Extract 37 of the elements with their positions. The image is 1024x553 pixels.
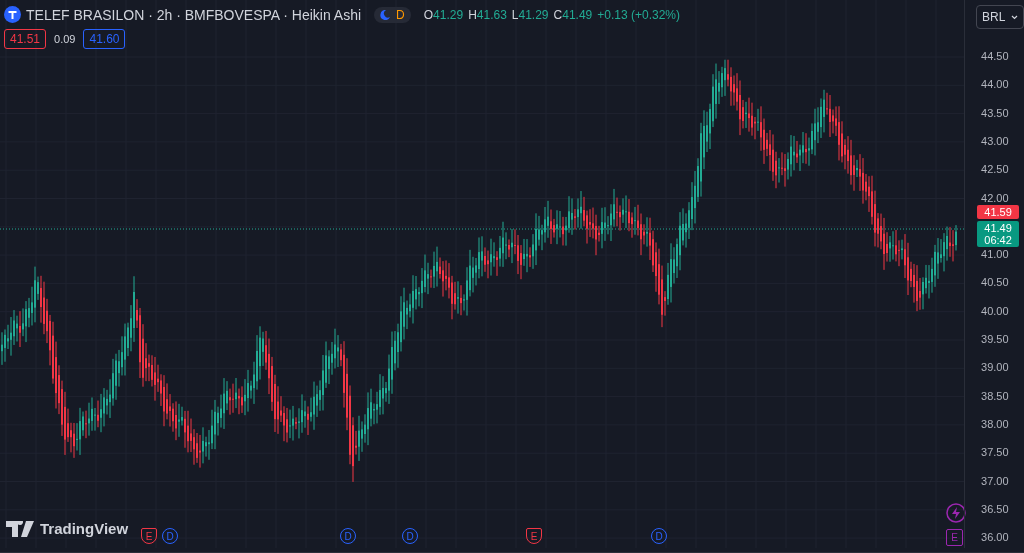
price-tick-label: 38.00 [981,417,1009,430]
price-tick-label: 37.50 [981,446,1009,459]
symbol-logo-icon [4,6,21,23]
price-tick-label: 36.50 [981,502,1009,515]
last-price-label: 41.49 06:42 [977,221,1020,247]
lightning-icon[interactable] [946,503,966,523]
price-tick-label: 43.50 [981,106,1009,119]
ohlc-value: L41.29 [511,7,549,22]
price-change: +0.13 (+0.32%) [597,7,680,22]
chevron-down-icon [1011,14,1019,20]
price-tick-label: 40.50 [981,276,1009,289]
moon-icon [380,9,391,20]
ohlc-value: H41.63 [468,7,507,22]
price-tick-label: 38.50 [981,389,1009,402]
tradingview-logo: TradingView [6,520,129,537]
price-tick-label: 39.50 [981,333,1009,345]
price-tick-label: 44.00 [981,78,1009,91]
spread-value: 0.09 [54,33,76,45]
price-tick-label: 37.00 [981,474,1009,487]
symbol-title[interactable]: TELEF BRASILON · 2h · BMFBOVESPA · Heikin Ashi [26,6,362,23]
price-tick-label: 43.00 [981,134,1009,147]
price-tick-label: 40.00 [981,304,1009,317]
price-tick-label: 44.50 [981,50,1009,62]
ohlc-value: C41.49 [553,7,593,22]
earnings-marker[interactable]: E [946,529,963,546]
price-tick-label: 42.00 [981,191,1009,204]
ohlc-value: O41.29 [423,7,464,22]
logo-icon [6,520,36,537]
currency-dropdown[interactable]: BRL [976,5,1024,29]
sell-price-button[interactable]: 41.51 [4,29,47,49]
price-label: 41.59 [977,205,1020,219]
price-tick-label: 41.00 [981,248,1009,261]
price-tick-label: 42.50 [981,163,1009,176]
market-status-badge[interactable]: D [374,6,411,23]
buy-price-button[interactable]: 41.60 [83,29,126,49]
price-tick-label: 36.00 [981,531,1009,544]
price-tick-label: 39.00 [981,361,1009,374]
